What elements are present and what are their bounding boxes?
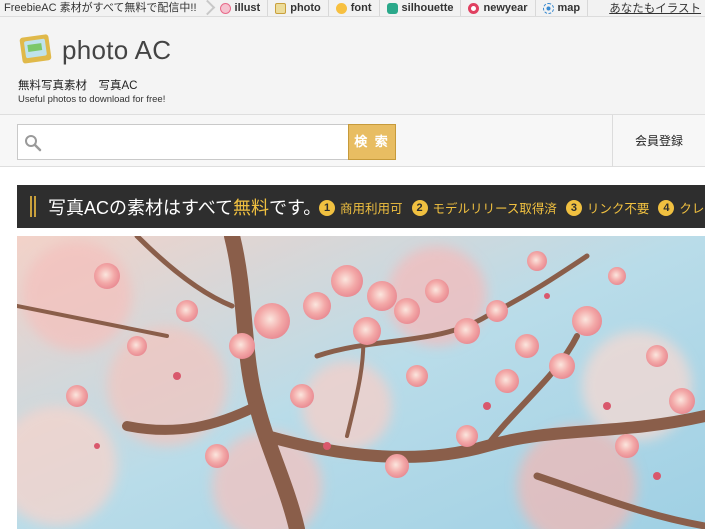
map-icon bbox=[542, 2, 554, 14]
photo-icon bbox=[275, 2, 287, 14]
photo-logo-icon[interactable] bbox=[18, 34, 52, 64]
freebie-brand-link[interactable]: FreebieAC 素材がすべて無料で配信中!! bbox=[0, 0, 201, 16]
headline-suffix: です。 bbox=[269, 198, 322, 218]
illust-icon bbox=[219, 2, 231, 14]
nav-item-font[interactable]: font bbox=[329, 0, 380, 16]
font-icon bbox=[335, 2, 347, 14]
feature-item: 4 クレジット bbox=[658, 198, 705, 217]
feature-list: 1 商用利用可 2 モデルリリース取得済 3 リンク不要 4 クレジット bbox=[319, 198, 705, 217]
nav-item-label: font bbox=[350, 2, 372, 14]
feature-number-badge: 3 bbox=[565, 199, 582, 216]
newyear-icon bbox=[468, 2, 480, 14]
feature-item: 1 商用利用可 bbox=[319, 198, 403, 217]
feature-number-badge: 1 bbox=[319, 199, 335, 216]
search-box bbox=[17, 124, 349, 160]
chevron-right-icon bbox=[201, 0, 213, 16]
nav-item-silhouette[interactable]: silhouette bbox=[380, 0, 462, 16]
nav-item-label: newyear bbox=[483, 2, 528, 14]
nav-item-photo[interactable]: photo bbox=[268, 0, 329, 16]
top-nav-bar: FreebieAC 素材がすべて無料で配信中!! illust photo fo… bbox=[0, 0, 705, 17]
nav-item-label: silhouette bbox=[401, 2, 454, 14]
search-input[interactable] bbox=[48, 127, 344, 157]
banner-headline: 写真ACの素材はすべて無料です。 bbox=[48, 194, 321, 220]
hero-photo[interactable] bbox=[17, 236, 705, 529]
tagline-en: Useful photos to download for free! bbox=[18, 94, 166, 105]
search-bar-row: 検 索 会員登録 bbox=[0, 114, 705, 167]
silhouette-icon bbox=[386, 2, 398, 14]
nav-item-label: illust bbox=[234, 2, 261, 14]
plum-blossom-photo bbox=[17, 236, 705, 529]
banner-accent-bar bbox=[30, 196, 36, 217]
search-icon bbox=[25, 135, 42, 152]
feature-label: リンク不要 bbox=[586, 202, 650, 216]
feature-label: 商用利用可 bbox=[340, 202, 403, 216]
feature-number-badge: 2 bbox=[411, 199, 428, 216]
member-register-link[interactable]: 会員登録 bbox=[613, 115, 705, 167]
headline-prefix: 写真ACの素材はすべて bbox=[48, 198, 234, 218]
feature-item: 2 モデルリリース取得済 bbox=[411, 198, 557, 217]
tagline-jp: 無料写真素材 写真AC bbox=[18, 80, 138, 92]
site-header: photo AC 無料写真素材 写真AC Useful photos to do… bbox=[0, 17, 705, 114]
nav-item-map[interactable]: map bbox=[536, 0, 589, 16]
nav-item-newyear[interactable]: newyear bbox=[461, 0, 536, 16]
feature-label: モデルリリース取得済 bbox=[432, 202, 557, 216]
feature-banner: 写真ACの素材はすべて無料です。 1 商用利用可 2 モデルリリース取得済 3 … bbox=[17, 185, 705, 228]
logo-text[interactable]: photo AC bbox=[62, 35, 171, 66]
nav-item-label: map bbox=[557, 2, 581, 14]
feature-item: 3 リンク不要 bbox=[565, 198, 650, 217]
feature-label: クレジット bbox=[679, 202, 705, 216]
search-button[interactable]: 検 索 bbox=[348, 124, 396, 160]
feature-number-badge: 4 bbox=[658, 199, 675, 216]
nav-item-label: photo bbox=[290, 2, 321, 14]
nav-item-illust[interactable]: illust bbox=[213, 0, 269, 16]
headline-highlight: 無料 bbox=[233, 198, 270, 218]
illustrator-link[interactable]: あなたもイラスト bbox=[609, 0, 705, 16]
